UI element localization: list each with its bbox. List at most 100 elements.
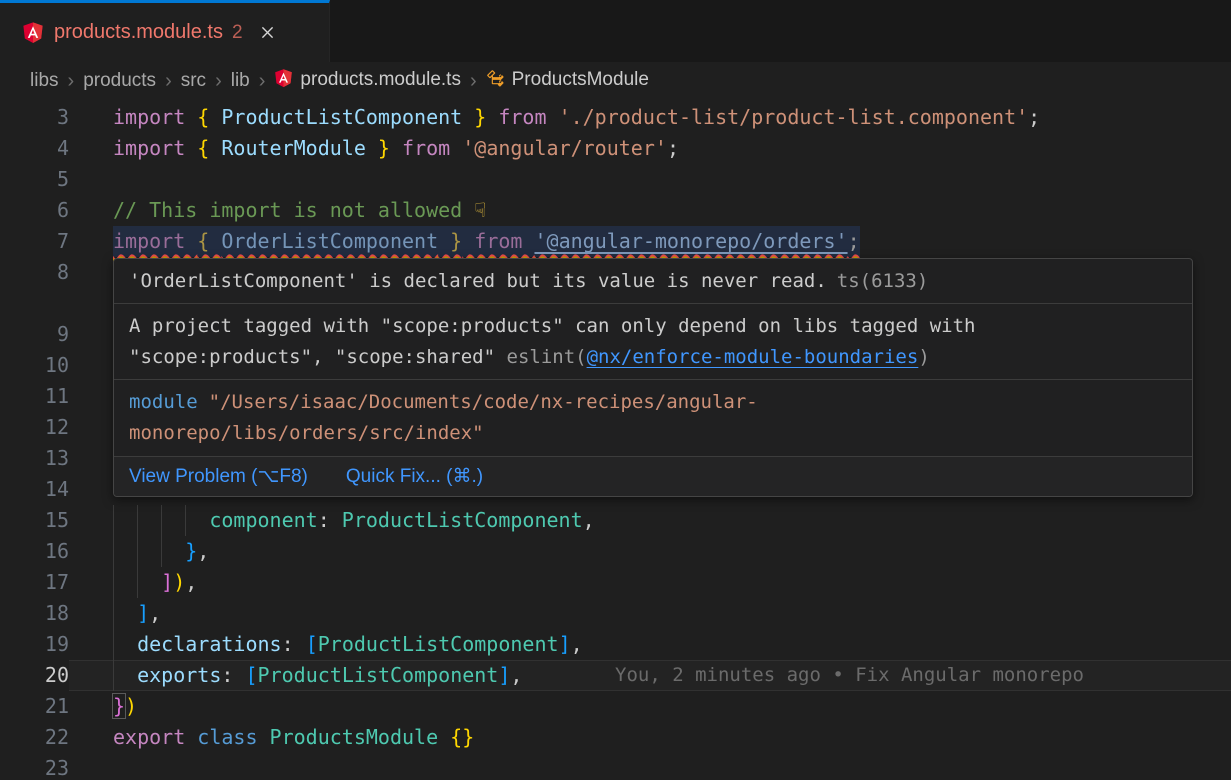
- line-number[interactable]: 11: [0, 381, 69, 412]
- code-token: ProductListComponent: [318, 632, 559, 656]
- breadcrumb-item-libs[interactable]: libs: [30, 70, 59, 92]
- tab-products-module[interactable]: products.module.ts 2: [0, 0, 330, 62]
- code-token: ]: [559, 632, 571, 656]
- line-number[interactable]: 13: [0, 443, 69, 474]
- line-number[interactable]: 17: [0, 567, 69, 598]
- line-number[interactable]: 23: [0, 753, 69, 780]
- line-number[interactable]: 3: [0, 102, 69, 133]
- indent-guide: [137, 536, 138, 567]
- code-line-20[interactable]: 20 exports: [ProductListComponent],You, …: [0, 660, 1231, 691]
- quick-fix-action[interactable]: Quick Fix... (⌘.): [346, 465, 483, 488]
- line-number[interactable]: 21: [0, 691, 69, 722]
- line-number[interactable]: 15: [0, 505, 69, 536]
- code-line-5[interactable]: 5: [0, 164, 1231, 195]
- code-token: import: [113, 229, 197, 253]
- code-line-16[interactable]: 16 },: [0, 536, 1231, 567]
- breadcrumb-item-file[interactable]: products.module.ts: [274, 68, 461, 94]
- line-content: ]),: [69, 567, 1231, 598]
- code-line-6[interactable]: 6 // This import is not allowed ☟: [0, 195, 1231, 226]
- code-token: import: [113, 136, 197, 160]
- code-line-4[interactable]: 4import { RouterModule } from '@angular/…: [0, 133, 1231, 164]
- code-token: // This import is not allowed: [113, 198, 474, 222]
- code-token: {: [197, 105, 221, 129]
- indent-guide: [161, 536, 162, 567]
- code-token: [113, 632, 137, 656]
- code-line-18[interactable]: 18 ],: [0, 598, 1231, 629]
- hover-eslint-line2: "scope:products", "scope:shared" eslint(…: [129, 342, 1177, 373]
- breadcrumb-item-lib[interactable]: lib: [231, 70, 250, 92]
- line-number[interactable]: 22: [0, 722, 69, 753]
- line-content: import { ProductListComponent } from './…: [69, 102, 1231, 133]
- line-content: },: [69, 536, 1231, 567]
- code-line-17[interactable]: 17 ]),: [0, 567, 1231, 598]
- line-number[interactable]: 9: [0, 319, 69, 350]
- breadcrumb-item-products[interactable]: products: [83, 70, 156, 92]
- hover-message-ts-source: ts(6133): [837, 270, 929, 292]
- code-line-7[interactable]: 7import { OrderListComponent } from '@an…: [0, 226, 1231, 257]
- view-problem-action[interactable]: View Problem (⌥F8): [129, 465, 308, 488]
- git-blame-annotation: You, 2 minutes ago • Fix Angular monorep…: [615, 660, 1084, 691]
- module-path-line1: "/Users/isaac/Documents/code/nx-recipes/…: [209, 391, 758, 413]
- angular-icon: [22, 21, 44, 44]
- indent-guide: [113, 536, 114, 567]
- line-number[interactable]: 14: [0, 474, 69, 505]
- line-number[interactable]: 16: [0, 536, 69, 567]
- line-number[interactable]: 5: [0, 164, 69, 195]
- code-token: RouterModule: [221, 136, 366, 160]
- indent-guide: [113, 567, 114, 598]
- line-number[interactable]: 19: [0, 629, 69, 660]
- code-token: ]: [137, 601, 149, 625]
- tab-bar: products.module.ts 2: [0, 0, 1231, 62]
- code-token: [: [306, 632, 318, 656]
- code-line-23[interactable]: 23: [0, 753, 1231, 780]
- breadcrumb-separator: ›: [68, 70, 75, 93]
- module-keyword: module: [129, 391, 198, 413]
- line-number[interactable]: [0, 288, 69, 319]
- indent-guide: [113, 629, 114, 660]
- breadcrumb-separator: ›: [215, 70, 222, 93]
- line-number[interactable]: 8: [0, 257, 69, 288]
- breadcrumb-separator: ›: [165, 70, 172, 93]
- hover-message-ts: 'OrderListComponent' is declared but its…: [114, 259, 1192, 304]
- code-token: ]: [498, 663, 510, 687]
- code-line-21[interactable]: 21}): [0, 691, 1231, 722]
- close-icon[interactable]: [259, 24, 277, 42]
- code-token: OrderListComponent: [221, 229, 438, 253]
- code-line-3[interactable]: 3import { ProductListComponent } from '.…: [0, 102, 1231, 133]
- breadcrumb-separator: ›: [259, 70, 266, 93]
- line-number[interactable]: 12: [0, 412, 69, 443]
- code-token: ,: [149, 601, 161, 625]
- code-token: :: [318, 508, 342, 532]
- line-number[interactable]: 10: [0, 350, 69, 381]
- eslint-rule-link[interactable]: @nx/enforce-module-boundaries: [587, 346, 919, 368]
- code-token: [113, 539, 185, 563]
- code-token: ;: [848, 229, 860, 253]
- line-number[interactable]: 4: [0, 133, 69, 164]
- code-line-22[interactable]: 22export class ProductsModule {}: [0, 722, 1231, 753]
- line-number[interactable]: 18: [0, 598, 69, 629]
- hover-status-bar: View Problem (⌥F8) Quick Fix... (⌘.): [114, 457, 1192, 496]
- line-content: declarations: [ProductListComponent],: [69, 629, 1231, 660]
- code-token: }: [185, 539, 197, 563]
- tab-title: products.module.ts: [54, 21, 223, 44]
- code-line-19[interactable]: 19 declarations: [ProductListComponent],: [0, 629, 1231, 660]
- breadcrumb-item-src[interactable]: src: [181, 70, 206, 92]
- indent-guide: [113, 660, 114, 691]
- code-token: ProductListComponent: [258, 663, 499, 687]
- breadcrumb-item-symbol[interactable]: ProductsModule: [486, 69, 649, 94]
- class-symbol-icon: [486, 69, 505, 94]
- code-token: ☟: [474, 198, 486, 222]
- line-number[interactable]: 7: [0, 226, 69, 257]
- code-token: [: [245, 663, 257, 687]
- code-token: {: [197, 136, 221, 160]
- code-token: ProductsModule: [270, 725, 451, 749]
- code-token: '@angular-monorepo/orders': [534, 229, 847, 253]
- code-line-15[interactable]: 15 component: ProductListComponent,: [0, 505, 1231, 536]
- code-editor[interactable]: 3import { ProductListComponent } from '.…: [0, 100, 1231, 780]
- code-token: [113, 663, 137, 687]
- code-token: :: [221, 663, 245, 687]
- line-number[interactable]: 6: [0, 195, 69, 226]
- breadcrumb: libs › products › src › lib › products.module.ts…: [0, 62, 1231, 100]
- line-number[interactable]: 20: [0, 660, 69, 691]
- code-token: ,: [510, 663, 522, 687]
